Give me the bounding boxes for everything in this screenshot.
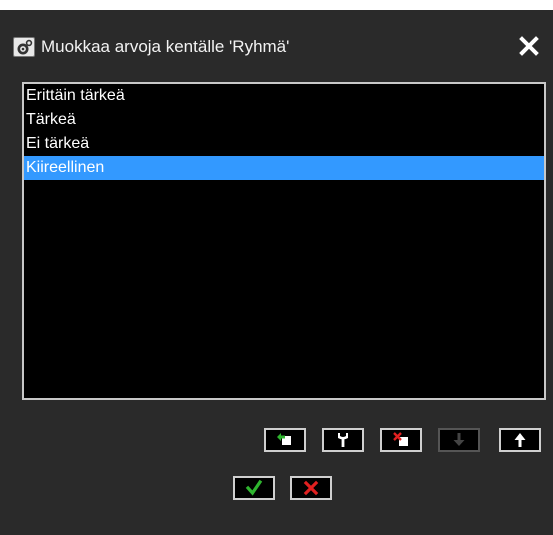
add-value-button[interactable] bbox=[264, 428, 306, 452]
move-down-button[interactable] bbox=[438, 428, 480, 452]
arrow-up-icon bbox=[514, 433, 526, 447]
move-up-button[interactable] bbox=[499, 428, 541, 452]
values-listbox[interactable]: Erittäin tärkeä Tärkeä Ei tärkeä Kiireel… bbox=[22, 82, 546, 400]
list-item-label: Erittäin tärkeä bbox=[26, 87, 125, 104]
delete-value-button[interactable] bbox=[380, 428, 422, 452]
checkmark-icon bbox=[245, 479, 263, 496]
list-item-label: Kiireellinen bbox=[26, 159, 105, 176]
list-item-selected[interactable]: Kiireellinen bbox=[24, 156, 544, 180]
ok-button[interactable] bbox=[233, 476, 275, 500]
list-item[interactable]: Tärkeä bbox=[24, 108, 544, 132]
close-icon[interactable] bbox=[518, 35, 540, 57]
settings-gear-icon bbox=[13, 37, 35, 57]
edit-values-dialog: Muokkaa arvoja kentälle 'Ryhmä' Erittäin… bbox=[0, 10, 553, 535]
list-item-label: Ei tärkeä bbox=[26, 135, 90, 152]
delete-value-icon bbox=[393, 432, 408, 446]
wrench-icon bbox=[338, 433, 348, 447]
cancel-button[interactable] bbox=[290, 476, 332, 500]
rename-value-button[interactable] bbox=[322, 428, 364, 452]
arrow-down-icon bbox=[453, 433, 465, 446]
dialog-title: Muokkaa arvoja kentälle 'Ryhmä' bbox=[41, 37, 290, 56]
list-item[interactable]: Ei tärkeä bbox=[24, 132, 544, 156]
dialog-titlebar: Muokkaa arvoja kentälle 'Ryhmä' bbox=[0, 10, 553, 78]
list-item-label: Tärkeä bbox=[26, 111, 76, 128]
cross-icon bbox=[303, 480, 319, 496]
list-item[interactable]: Erittäin tärkeä bbox=[24, 84, 544, 108]
add-value-icon bbox=[277, 433, 291, 445]
